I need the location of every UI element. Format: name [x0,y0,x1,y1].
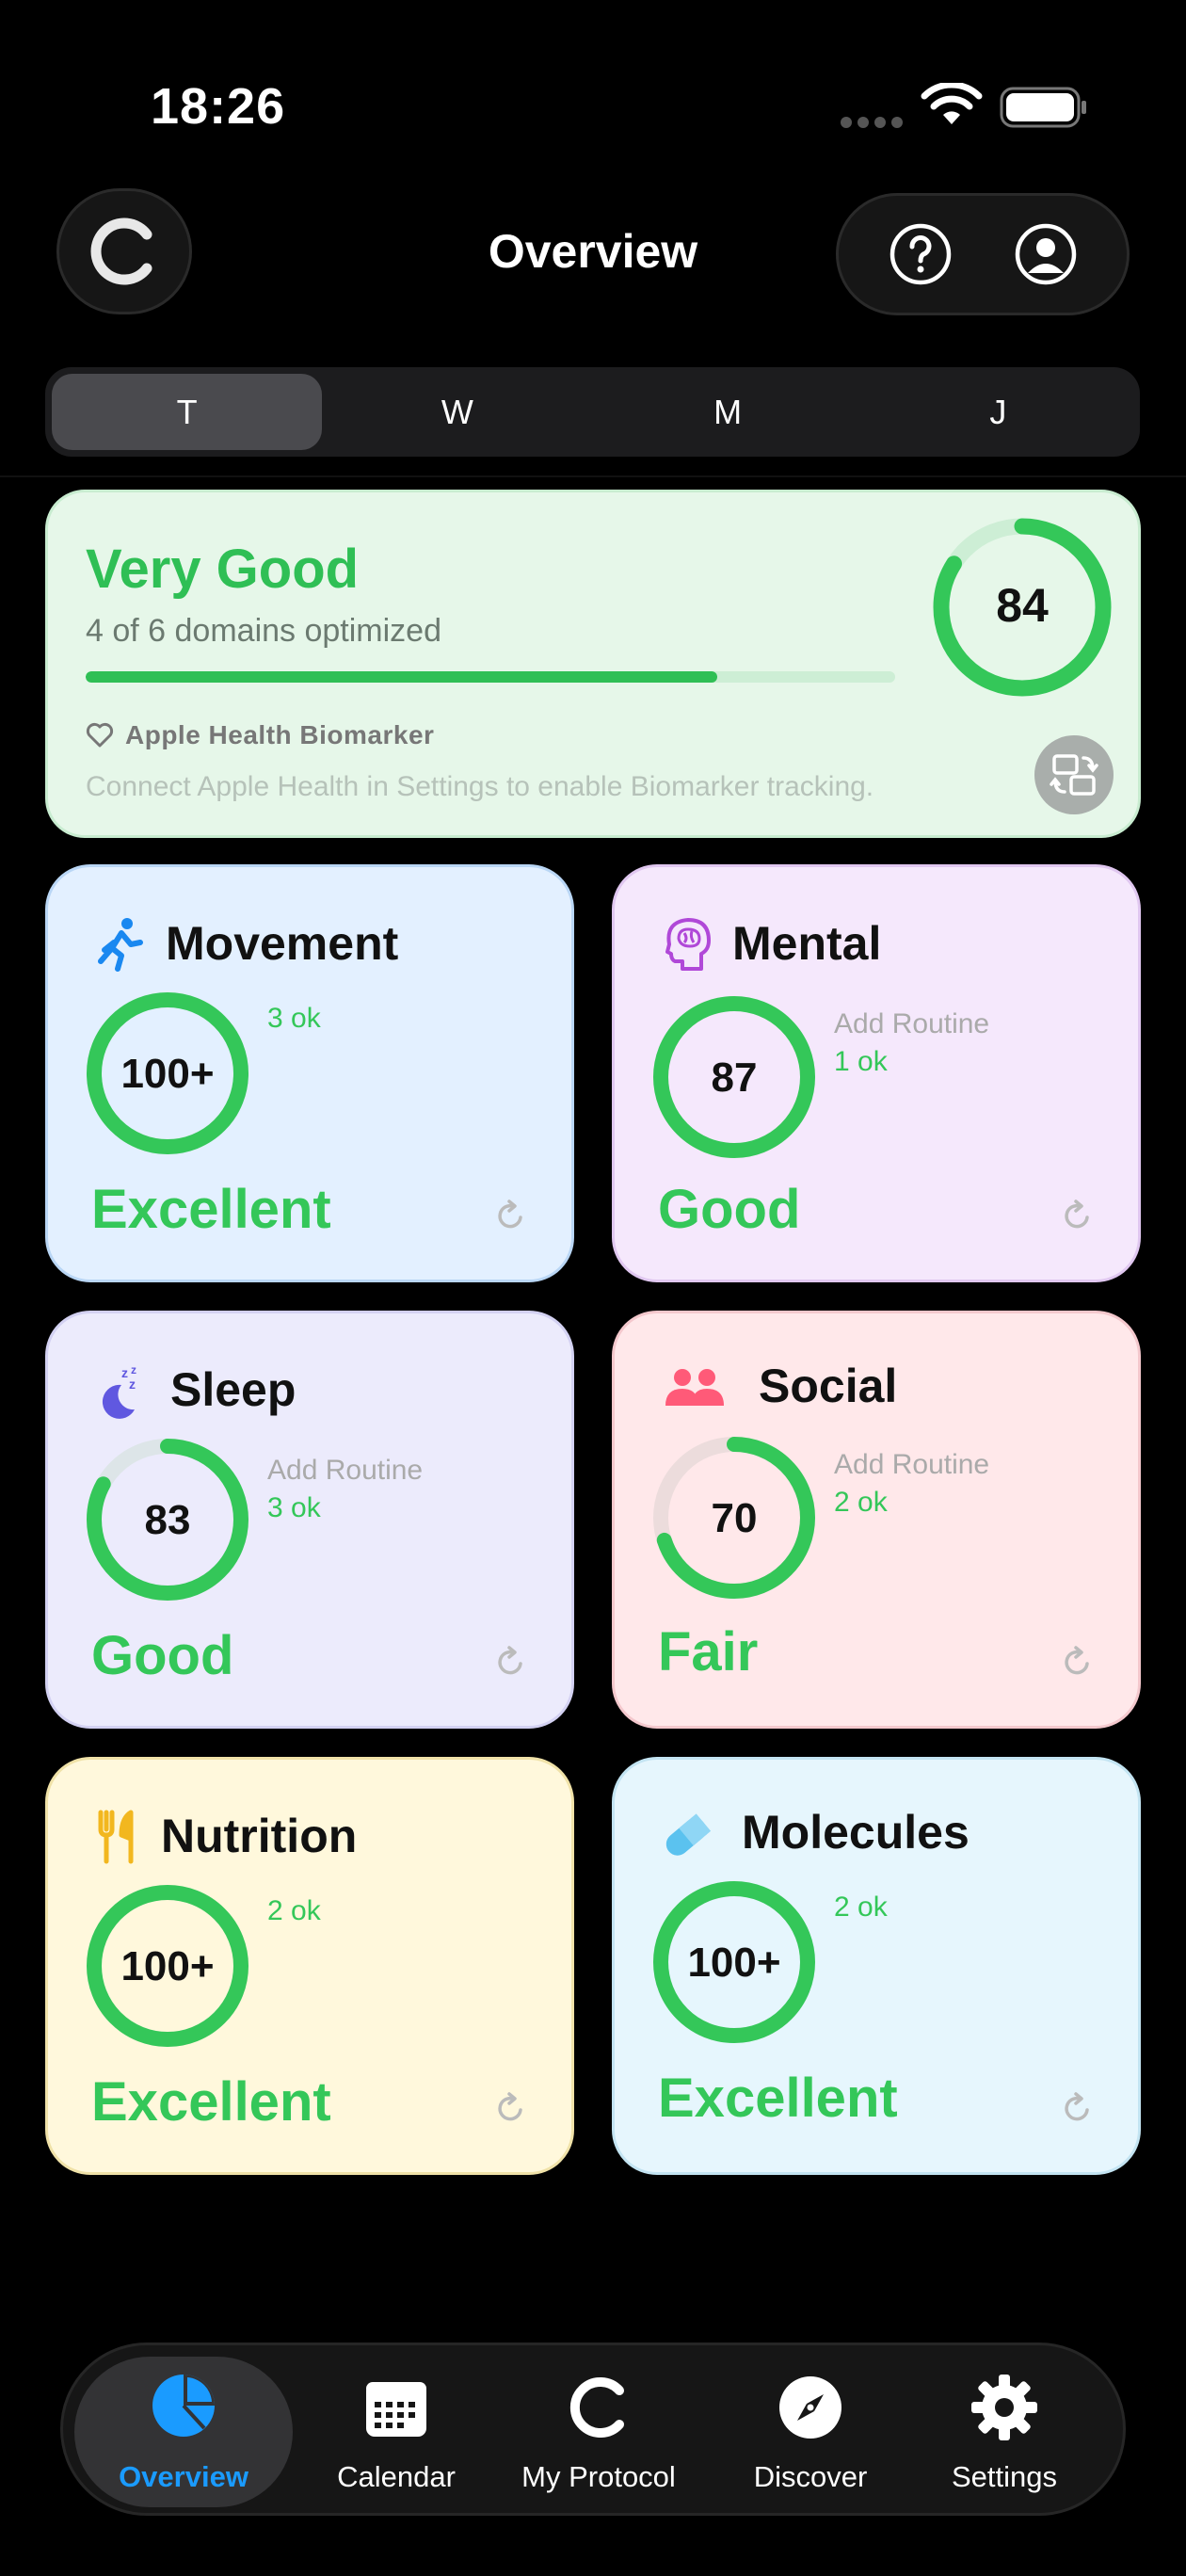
health-biomarker-label: Apple Health Biomarker [125,720,435,749]
tab-my-protocol[interactable]: My Protocol [500,2357,697,2507]
tab-w[interactable]: W [322,374,592,450]
social-score: 70 [712,1495,758,1541]
battery-icon [1000,87,1086,128]
swap-button[interactable] [1034,735,1114,814]
card-name: Molecules [742,1806,970,1859]
nutrition-ok-count: 2 ok [267,1895,321,1926]
refresh-icon[interactable] [492,1197,530,1234]
svg-text:z: z [131,1363,136,1377]
header-actions [836,193,1130,315]
people-icon [665,1369,724,1406]
gear-icon [971,2375,1037,2440]
fork-knife-icon [98,1810,134,1864]
movement-score-ring: 100+ [87,992,248,1154]
refresh-icon[interactable] [1059,1197,1097,1234]
tab-label: Settings [951,2460,1057,2493]
health-biomarker-row: Apple Health Biomarker [86,720,434,750]
summary-subtitle: 4 of 6 domains optimized [86,613,441,649]
sleep-add-routine[interactable]: Add Routine [267,1455,423,1487]
mental-score: 87 [712,1055,758,1101]
svg-text:z: z [129,1377,136,1392]
mental-score-ring: 87 [653,996,815,1158]
card-name: Sleep [170,1363,296,1416]
card-name: Mental [732,917,882,970]
profile-icon[interactable] [1014,222,1078,286]
tab-j[interactable]: J [863,374,1133,450]
molecules-card[interactable]: Molecules 100+ 2 ok Excellent [612,1757,1141,2175]
summary-score: 84 [996,579,1049,632]
summary-title: Very Good [86,539,360,600]
summary-card[interactable]: Very Good 4 of 6 domains optimized 84 Ap… [45,490,1141,838]
running-figure-icon [98,918,143,972]
movement-ok-count: 3 ok [267,1003,321,1034]
molecules-ok-count: 2 ok [834,1892,888,1923]
movement-card[interactable]: Movement 100+ 3 ok Excellent [45,864,574,1282]
pie-chart-icon [152,2375,215,2437]
mental-status: Good [658,1179,801,1240]
status-time: 18:26 [151,78,286,135]
sleep-score: 83 [145,1497,191,1543]
moon-zzz-icon: z z z [102,1363,136,1419]
refresh-icon[interactable] [492,2089,530,2127]
nutrition-score: 100+ [120,1943,214,1989]
svg-text:z: z [121,1365,128,1380]
health-biomarker-note: Connect Apple Health in Settings to enab… [86,771,874,802]
pill-icon [665,1813,712,1856]
swap-icon [1050,754,1098,796]
molecules-score: 100+ [687,1940,780,1986]
refresh-icon[interactable] [492,1643,530,1681]
card-name: Social [759,1360,898,1412]
social-ok-count: 2 ok [834,1487,888,1518]
mental-card[interactable]: Mental 87 Add Routine 1 ok Good [612,864,1141,1282]
compass-icon [779,2376,841,2439]
nutrition-card[interactable]: Nutrition 100+ 2 ok Excellent [45,1757,574,2175]
brain-head-icon [665,918,711,971]
card-name: Movement [166,917,399,970]
refresh-icon[interactable] [1059,1643,1097,1681]
mental-ok-count: 1 ok [834,1046,888,1077]
sleep-ok-count: 3 ok [267,1492,321,1523]
movement-status: Excellent [91,1179,331,1240]
movement-score: 100+ [120,1051,214,1097]
calendar-icon [366,2382,426,2437]
mental-add-routine[interactable]: Add Routine [834,1008,989,1040]
tab-label: Calendar [337,2460,456,2493]
nutrition-status: Excellent [91,2071,331,2133]
social-score-ring: 70 [653,1437,815,1599]
social-add-routine[interactable]: Add Routine [834,1449,989,1481]
summary-progress-bar [86,671,895,683]
social-card[interactable]: Social 70 Add Routine 2 ok Fair [612,1311,1141,1729]
refresh-icon[interactable] [1059,2089,1097,2127]
tab-m[interactable]: M [593,374,863,450]
wifi-icon [921,83,983,124]
nutrition-score-ring: 100+ [87,1885,248,2047]
tab-label: My Protocol [521,2460,676,2493]
tab-bar: Overview Calendar My Protocol Discover S… [60,2343,1126,2516]
molecules-status: Excellent [658,2068,898,2129]
tab-discover[interactable]: Discover [726,2357,895,2507]
tab-t[interactable]: T [52,374,323,450]
card-name: Nutrition [161,1810,358,1862]
heart-icon [86,722,114,748]
social-status: Fair [658,1621,759,1682]
molecules-score-ring: 100+ [653,1881,815,2043]
tab-settings[interactable]: Settings [920,2357,1089,2507]
cellular-signal-icon [841,117,903,128]
protocol-logo-icon [569,2377,624,2438]
header-divider [0,475,1186,477]
sleep-score-ring: 83 [87,1439,248,1601]
summary-progress-fill [86,671,717,683]
tab-calendar[interactable]: Calendar [312,2357,481,2507]
tab-overview[interactable]: Overview [74,2357,293,2507]
sleep-card[interactable]: z z z Sleep 83 Add Routine 3 ok Good [45,1311,574,1729]
period-segmented-control: T W M J [45,367,1140,457]
summary-score-ring: 84 [933,518,1112,697]
tab-label: Discover [753,2460,868,2493]
tab-label: Overview [119,2460,248,2493]
help-icon[interactable] [889,222,953,286]
sleep-status: Good [91,1625,234,1686]
